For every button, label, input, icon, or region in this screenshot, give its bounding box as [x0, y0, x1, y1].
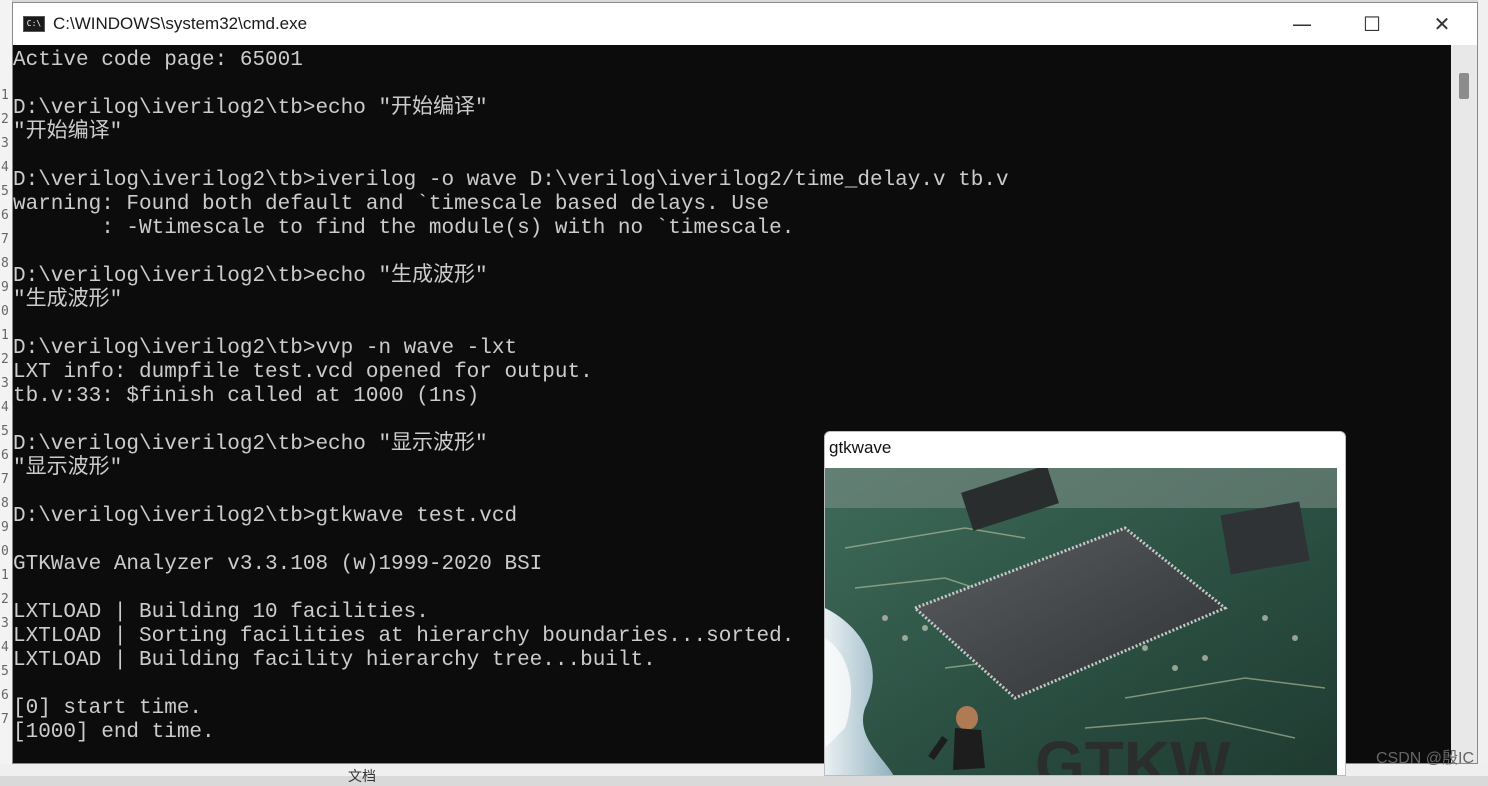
title-bar[interactable]: C:\ C:\WINDOWS\system32\cmd.exe — ☐ ✕	[13, 3, 1477, 45]
background-line-number: 9	[1, 520, 9, 535]
background-line-number: 2	[1, 592, 9, 607]
background-folder-label[interactable]: 文档	[348, 766, 376, 786]
background-line-number: 9	[1, 280, 9, 295]
background-line-number: 4	[1, 400, 9, 415]
scroll-thumb[interactable]	[1459, 73, 1469, 99]
background-line-number: 8	[1, 496, 9, 511]
background-line-number: 2	[1, 112, 9, 127]
background-line-number: 3	[1, 616, 9, 631]
background-line-number: 3	[1, 376, 9, 391]
gtkwave-splash-window[interactable]: gtkwave GTKW	[824, 431, 1346, 776]
background-line-number: 3	[1, 136, 9, 151]
background-line-numbers: 1 2 3 4 5 6 7 8 9 0 1 2 3 4 5 6 7 8 9 0 1 2 3 4 5 6 7	[0, 88, 12, 736]
background-line-number: 7	[1, 232, 9, 247]
maximize-button[interactable]: ☐	[1337, 3, 1407, 45]
background-line-number: 1	[1, 328, 9, 343]
background-line-number: 6	[1, 208, 9, 223]
csdn-watermark: CSDN @殷IC	[1375, 750, 1474, 767]
background-line-number: 6	[1, 688, 9, 703]
background-line-number: 4	[1, 640, 9, 655]
background-line-number: 5	[1, 184, 9, 199]
background-line-number: 1	[1, 568, 9, 583]
cmd-app-icon[interactable]: C:\	[23, 16, 45, 32]
close-button[interactable]: ✕	[1407, 3, 1477, 45]
background-line-number: 5	[1, 664, 9, 679]
background-app-edge	[1478, 0, 1488, 776]
vertical-scrollbar[interactable]	[1451, 45, 1477, 763]
background-line-number: 7	[1, 472, 9, 487]
gtkwave-splash-image: GTKW	[825, 468, 1337, 776]
background-line-number: 5	[1, 424, 9, 439]
gtkwave-title: gtkwave	[829, 438, 892, 457]
background-line-number: 0	[1, 544, 9, 559]
window-title: C:\WINDOWS\system32\cmd.exe	[53, 14, 308, 33]
background-line-number: 1	[1, 88, 9, 103]
minimize-button[interactable]: —	[1267, 3, 1337, 45]
background-line-number: 0	[1, 304, 9, 319]
background-line-number: 8	[1, 256, 9, 271]
gtkwave-logo-text: GTKW	[1035, 728, 1231, 776]
background-line-number: 2	[1, 352, 9, 367]
background-line-number: 4	[1, 160, 9, 175]
background-line-number: 7	[1, 712, 9, 727]
background-line-number: 6	[1, 448, 9, 463]
